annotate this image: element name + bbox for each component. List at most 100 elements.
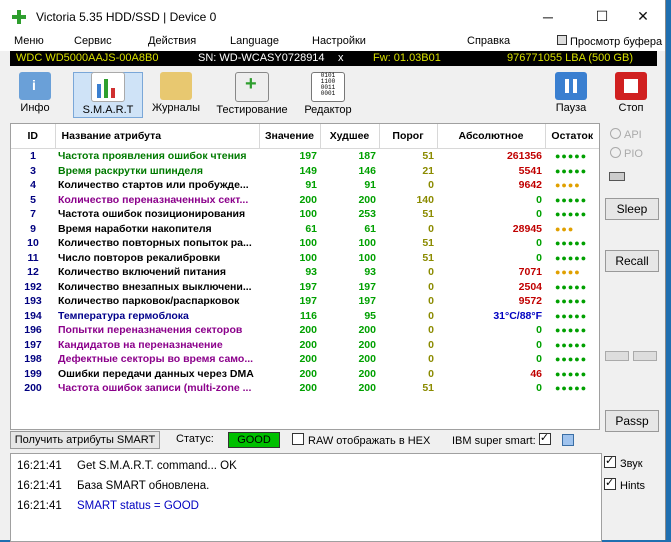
table-row[interactable]: 3 Время раскрутки шпинделя 149 146 21 5541 ●●●… <box>11 164 599 179</box>
table-row[interactable]: 196 Попытки переназначения секторов 200 200… <box>11 323 599 338</box>
attribute-raw: 0 <box>536 208 542 221</box>
col-id[interactable]: ID <box>11 124 56 149</box>
attribute-threshold: 0 <box>428 353 434 366</box>
table-row[interactable]: 5 Количество переназначенных сект... 200 20… <box>11 193 599 208</box>
api-radio[interactable]: API <box>610 128 642 141</box>
table-row[interactable]: 12 Количество включений питания 93 93 0 7071 ●… <box>11 265 599 280</box>
table-row[interactable]: 7 Частота ошибок позиционирования 100 253 51… <box>11 207 599 222</box>
table-row[interactable]: 4 Количество стартов или пробужде... 91 91 0… <box>11 178 599 193</box>
attribute-remaining: ●●●●● <box>555 296 588 307</box>
table-row[interactable]: 199 Ошибки передачи данных через DMA 200 20… <box>11 367 599 382</box>
app-window: Victoria 5.35 HDD/SSD | Device 0 ─ ☐ ✕ М… <box>0 0 666 542</box>
attribute-name: Количество внезапных выключени... <box>58 280 252 293</box>
attribute-remaining: ●●●●● <box>555 354 588 365</box>
attribute-value: 197 <box>299 295 317 308</box>
hints-checkbox[interactable]: Hints <box>604 476 645 492</box>
passp-button[interactable]: Passp <box>605 410 659 432</box>
menu-item-language[interactable]: Language <box>230 35 279 47</box>
id: 197 <box>24 338 42 351</box>
menu-item-help[interactable]: Справка <box>467 35 510 47</box>
tab-logs[interactable]: Журналы <box>141 72 211 118</box>
sleep-button[interactable]: Sleep <box>605 198 659 220</box>
device-separator: x <box>338 52 344 64</box>
attribute-raw: 0 <box>536 193 542 206</box>
get-smart-button[interactable]: Получить атрибуты SMART <box>10 431 160 449</box>
status-label: Статус: <box>176 433 214 445</box>
id: 199 <box>24 367 42 380</box>
attribute-value: 200 <box>299 338 317 351</box>
attribute-remaining: ●●●●● <box>555 165 588 176</box>
menu-item-buffer-view[interactable]: Просмотр буфера <box>557 35 662 48</box>
table-row[interactable]: 9 Время наработки накопителя 61 61 0 28945 ●●● <box>11 222 599 237</box>
col-threshold[interactable]: Порог <box>379 124 438 149</box>
attribute-worst: 200 <box>358 193 376 206</box>
checkbox-icon <box>292 433 304 445</box>
id: 9 <box>30 222 36 235</box>
table-row[interactable]: 197 Кандидатов на переназначение 200 200 0 0 ●… <box>11 338 599 353</box>
attribute-value: 197 <box>299 150 317 163</box>
id: 5 <box>30 193 36 206</box>
attribute-worst: 197 <box>358 280 376 293</box>
attribute-name: Количество стартов или пробужде... <box>58 179 249 192</box>
ibm-super-smart[interactable]: IBM super smart: <box>452 431 555 447</box>
tab-editor[interactable]: 0101 1100 0011 0001 Редактор <box>293 72 363 118</box>
attribute-worst: 200 <box>358 324 376 337</box>
table-row[interactable]: 198 Дефектные секторы во время само... 200… <box>11 352 599 367</box>
attribute-threshold: 0 <box>428 179 434 192</box>
attribute-value: 100 <box>299 251 317 264</box>
col-remaining[interactable]: Остаток <box>545 124 599 149</box>
recall-button[interactable]: Recall <box>605 250 659 272</box>
logs-folder-icon <box>160 72 192 100</box>
table-row[interactable]: 11 Число повторов рекалибровки 100 100 51 0 ●●… <box>11 251 599 266</box>
attribute-raw: 9642 <box>518 179 542 192</box>
menu-item-menu[interactable]: Меню <box>14 35 44 47</box>
device-firmware: Fw: 01.03B01 <box>373 52 441 64</box>
raw-hex-checkbox[interactable]: RAW отображать в HEX <box>292 433 430 447</box>
col-worst[interactable]: Худшее <box>320 124 380 149</box>
attribute-raw: 2504 <box>518 280 542 293</box>
table-row[interactable]: 192 Количество внезапных выключени... 197 1… <box>11 280 599 295</box>
attribute-remaining: ●●●●● <box>555 252 588 263</box>
small-button-right[interactable] <box>633 351 657 361</box>
pause-button[interactable]: Пауза <box>536 72 606 118</box>
attribute-name: Частота ошибок позиционирования <box>58 208 246 221</box>
tab-testing[interactable]: + Тестирование <box>212 72 292 118</box>
stop-button[interactable]: Стоп <box>600 72 662 118</box>
table-row[interactable]: 200 Частота ошибок записи (multi-zone ...… <box>11 381 599 396</box>
sound-checkbox[interactable]: Звук <box>604 454 645 470</box>
status-badge: GOOD <box>228 432 280 448</box>
attribute-threshold: 0 <box>428 295 434 308</box>
table-row[interactable]: 1 Частота проявления ошибок чтения 197 187 5… <box>11 149 599 164</box>
color-swatch[interactable] <box>562 434 574 446</box>
stop-icon <box>615 72 647 100</box>
attribute-value: 100 <box>299 237 317 250</box>
tab-info[interactable]: i Инфо <box>0 72 70 118</box>
attribute-threshold: 0 <box>428 324 434 337</box>
attribute-name: Количество повторных попыток ра... <box>58 237 252 250</box>
attribute-raw: 0 <box>536 251 542 264</box>
title-bar: Victoria 5.35 HDD/SSD | Device 0 ─ ☐ ✕ <box>0 0 665 33</box>
maximize-button[interactable]: ☐ <box>580 0 624 33</box>
pio-radio[interactable]: PIO <box>610 147 643 160</box>
attribute-threshold: 140 <box>416 193 434 206</box>
small-button-left[interactable] <box>605 351 629 361</box>
col-value[interactable]: Значение <box>259 124 321 149</box>
attribute-name: Время наработки накопителя <box>58 222 212 235</box>
tab-smart[interactable]: S.M.A.R.T <box>73 72 143 118</box>
attribute-worst: 197 <box>358 295 376 308</box>
table-row[interactable]: 10 Количество повторных попыток ра... 100 1… <box>11 236 599 251</box>
log-panel: 16:21:41 Get S.M.A.R.T. command... OK 16:… <box>10 453 602 542</box>
menu-item-settings[interactable]: Настройки <box>312 35 366 47</box>
close-button[interactable]: ✕ <box>621 0 665 33</box>
id: 194 <box>24 309 42 322</box>
menu-item-service[interactable]: Сервис <box>74 35 112 47</box>
table-row[interactable]: 193 Количество парковок/распарковок 197 197… <box>11 294 599 309</box>
col-raw[interactable]: Абсолютное <box>437 124 546 149</box>
table-row[interactable]: 194 Температура гермоблока 116 95 0 31°C/88°F… <box>11 309 599 324</box>
menu-item-actions[interactable]: Действия <box>148 35 196 47</box>
minimize-button[interactable]: ─ <box>526 0 570 33</box>
attribute-value: 91 <box>305 179 317 192</box>
smart-attributes-table[interactable]: ID Название атрибута Значение Худшее Пор… <box>10 123 600 430</box>
col-name[interactable]: Название атрибута <box>55 124 260 149</box>
attribute-threshold: 0 <box>428 266 434 279</box>
